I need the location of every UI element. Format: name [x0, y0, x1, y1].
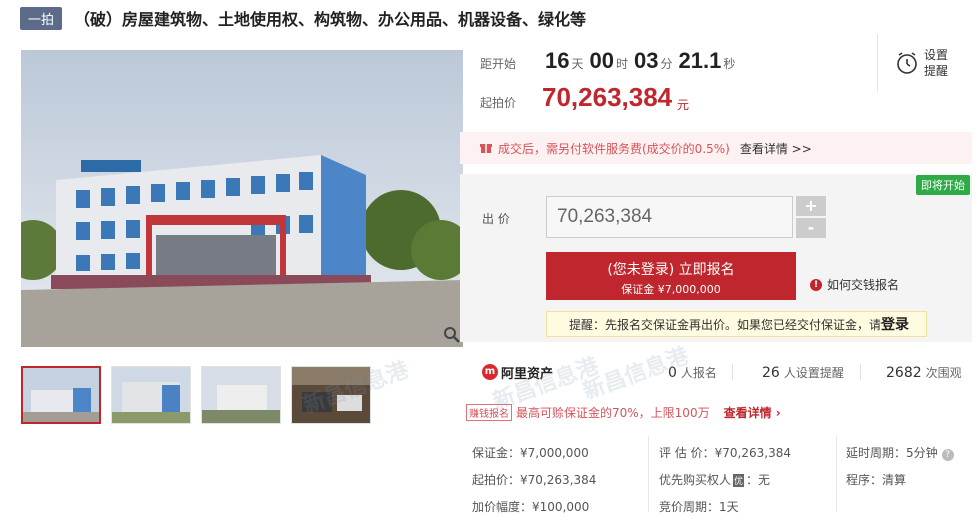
- thumbnail-1[interactable]: [21, 366, 101, 424]
- service-fee-text: 成交后，需另付软件服务费(成交价的0.5%): [498, 141, 730, 156]
- zoom-icon[interactable]: [443, 326, 461, 344]
- how-to-pay-label: 如何交钱报名: [827, 278, 900, 292]
- apply-button-label: (您未登录) 立即报名: [607, 262, 735, 278]
- countdown: 16 天 00 时 03 分 21.1 秒: [545, 48, 741, 74]
- promo-details-link[interactable]: 查看详情 ›: [724, 404, 781, 421]
- info-icon: !: [810, 278, 822, 291]
- ali-assets-logo: m 阿里资产: [482, 363, 553, 382]
- service-fee-notice: 成交后，需另付软件服务费(成交价的0.5%) 查看详情 >>: [460, 132, 972, 164]
- gift-icon: [480, 144, 492, 153]
- promo-tag: 赚钱报名: [466, 404, 512, 421]
- divider: [860, 364, 861, 380]
- countdown-seconds: 21.1: [678, 48, 722, 73]
- detail-appraisal: 评 估 价：¥70,263,384: [659, 446, 791, 460]
- status-badge: 即将开始: [916, 175, 970, 195]
- thumbnail-strip: [21, 366, 381, 424]
- start-price-label: 起拍价: [480, 96, 517, 110]
- detail-procedure: 程序：清算: [846, 473, 907, 487]
- promo-text: 最高可赊保证金的70%，上限100万: [516, 406, 710, 420]
- auction-round-tag: 一拍: [20, 6, 63, 30]
- views-stat: 2682 次围观: [886, 364, 962, 381]
- service-fee-details-link[interactable]: 查看详情 >>: [740, 140, 812, 157]
- detail-start-price: 起拍价：¥70,263,384: [472, 473, 597, 487]
- help-icon[interactable]: ?: [941, 449, 954, 461]
- detail-increment: 加价幅度：¥100,000: [472, 500, 590, 514]
- increase-bid-button[interactable]: +: [796, 196, 826, 216]
- countdown-hours-unit: 时: [615, 57, 628, 71]
- detail-delay: 延时周期：5分钟?: [846, 444, 954, 461]
- detail-bid-period: 竞价周期：1天: [659, 500, 739, 514]
- login-reminder-text: 提醒：先报名交保证金再出价。如果您已经交付保证金，请: [569, 317, 882, 332]
- applicants-label: 人报名: [680, 365, 717, 380]
- stats-row: m 阿里资产 0 人报名 26 人设置提醒 2682 次围观: [460, 352, 972, 392]
- remind-line-2: 提醒: [924, 64, 949, 78]
- bid-amount-input[interactable]: 70,263,384: [546, 196, 793, 238]
- promo-details-label: 查看详情: [723, 406, 772, 420]
- countdown-minutes: 03: [634, 48, 659, 73]
- reminders-stat: 26 人设置提醒: [762, 364, 844, 381]
- title-row: 一拍 （破）房屋建筑物、土地使用权、构筑物、办公用品、机器设备、绿化等: [20, 6, 586, 30]
- bid-label: 出 价: [482, 212, 510, 226]
- thumbnail-3[interactable]: [201, 366, 281, 424]
- countdown-days-unit: 天: [571, 57, 584, 71]
- login-reminder: 提醒：先报名交保证金再出价。如果您已经交付保证金，请 登录: [546, 311, 927, 337]
- countdown-minutes-unit: 分: [660, 57, 673, 71]
- main-property-photo[interactable]: [21, 50, 463, 347]
- detail-deposit: 保证金：¥7,000,000: [472, 446, 589, 460]
- applicants-count: 0: [668, 364, 677, 381]
- divider: [732, 364, 733, 380]
- page-title: （破）房屋建筑物、土地使用权、构筑物、办公用品、机器设备、绿化等: [74, 10, 587, 29]
- priority-buyer-value: ：无: [746, 473, 771, 487]
- countdown-days: 16: [545, 48, 570, 73]
- reminders-count: 26: [762, 364, 780, 381]
- countdown-label: 距开始: [480, 57, 517, 71]
- apply-button-deposit: 保证金 ¥7,000,000: [621, 283, 721, 296]
- countdown-seconds-unit: 秒: [723, 57, 736, 71]
- bid-box: 即将开始 出 价 70,263,384 + - (您未登录) 立即报名 保证金 …: [460, 174, 972, 342]
- divider: [836, 436, 837, 512]
- apply-now-button[interactable]: (您未登录) 立即报名 保证金 ¥7,000,000: [546, 252, 796, 300]
- views-label: 次围观: [925, 365, 962, 380]
- priority-buyer-label: 优先购买权人: [659, 473, 732, 487]
- start-price-unit: 元: [677, 98, 690, 112]
- divider: [648, 436, 649, 512]
- deposit-loan-promo: 赚钱报名 最高可赊保证金的70%，上限100万 查看详情 ›: [466, 404, 781, 421]
- remind-line-1: 设置: [924, 48, 949, 62]
- reminders-label: 人设置提醒: [783, 365, 844, 380]
- thumbnail-2[interactable]: [111, 366, 191, 424]
- login-link[interactable]: 登录: [881, 314, 909, 334]
- how-to-pay-link[interactable]: ! 如何交钱报名: [810, 276, 899, 293]
- delay-text: 延时周期：5分钟: [846, 446, 938, 460]
- start-price-value: 70,263,384: [542, 82, 673, 112]
- detail-priority-buyer: 优先购买权人优：无: [659, 471, 770, 488]
- alarm-clock-icon: [897, 52, 917, 74]
- ali-logo-icon: m: [482, 364, 498, 380]
- priority-icon: 优: [733, 474, 745, 487]
- views-count: 2682: [886, 364, 922, 381]
- decrease-bid-button[interactable]: -: [796, 218, 826, 238]
- set-reminder-button[interactable]: 设置 提醒: [877, 34, 972, 92]
- ali-brand-text: 阿里资产: [501, 366, 554, 382]
- applicants-stat: 0 人报名: [668, 364, 717, 381]
- thumbnail-4[interactable]: [291, 366, 371, 424]
- countdown-hours: 00: [589, 48, 614, 73]
